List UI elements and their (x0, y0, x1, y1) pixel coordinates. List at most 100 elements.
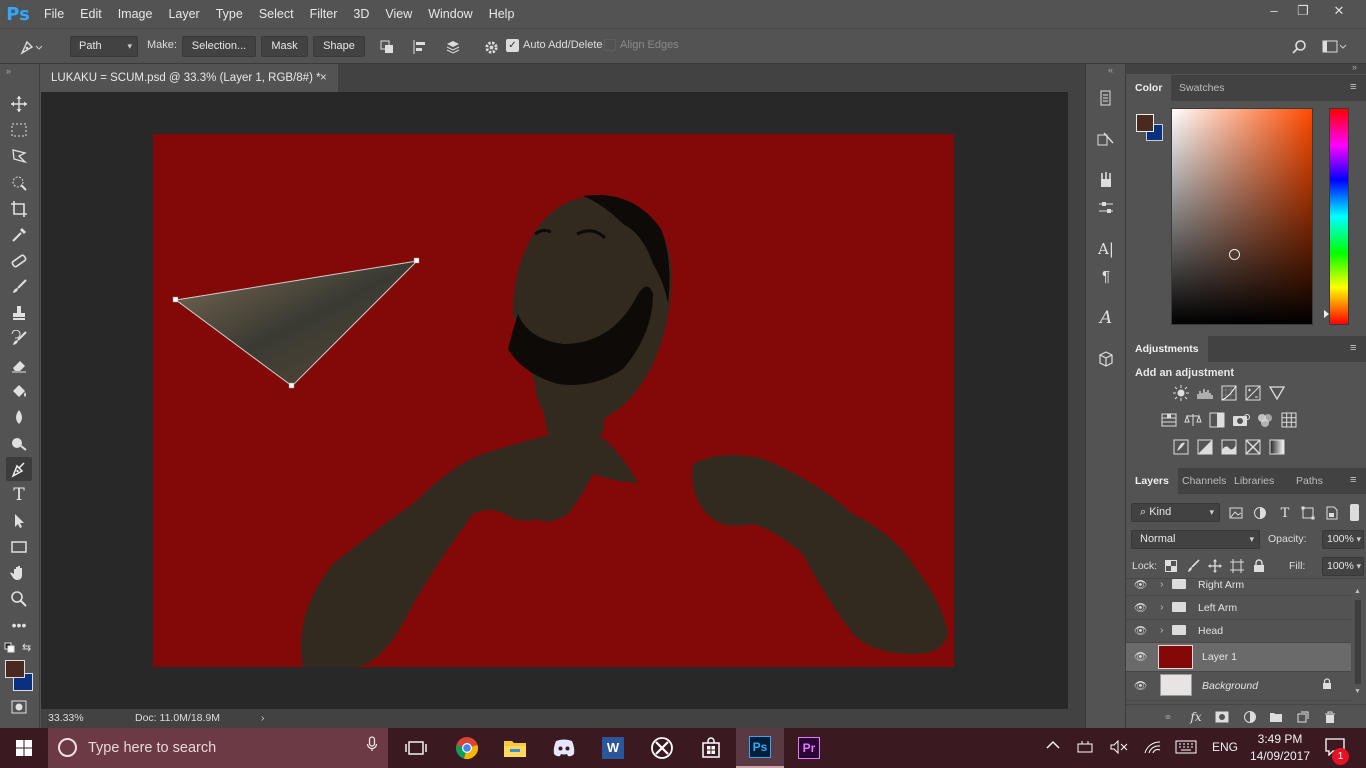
search-icon[interactable] (1289, 37, 1309, 57)
new-layer-icon[interactable] (1294, 709, 1312, 725)
menu-window[interactable]: Window (420, 0, 480, 28)
layer-filter-kind-select[interactable]: ⌕ Kind ▾ (1131, 503, 1220, 522)
menu-file[interactable]: File (36, 0, 72, 28)
close-window-button[interactable]: ✕ (1322, 0, 1356, 24)
path-alignment-icon[interactable] (410, 37, 430, 57)
threshold-icon[interactable] (1220, 439, 1238, 455)
chevron-down-icon[interactable]: ▼ (1354, 688, 1361, 695)
color-field[interactable] (1171, 108, 1313, 325)
power-battery-icon[interactable] (1077, 740, 1095, 757)
tab-color[interactable]: Color (1126, 75, 1172, 101)
brush-presets-icon[interactable] (1093, 168, 1119, 192)
layer-row-group[interactable]: 👁 › Left Arm (1126, 597, 1351, 620)
channel-mixer-icon[interactable] (1256, 412, 1274, 428)
collapse-toolbar-icon[interactable]: » (6, 66, 11, 76)
invert-icon[interactable] (1172, 439, 1190, 455)
eye-icon[interactable]: 👁 (1134, 650, 1147, 663)
photo-filter-icon[interactable] (1232, 412, 1250, 428)
document-tab[interactable]: LUKAKU = SCUM.psd @ 33.3% (Layer 1, RGB/… (41, 64, 338, 92)
document-canvas[interactable] (153, 134, 954, 667)
opacity-input[interactable]: 100% ▾ (1322, 530, 1364, 549)
chevron-right-icon[interactable]: › (1160, 579, 1164, 590)
3d-panel-icon[interactable] (1093, 347, 1119, 371)
levels-icon[interactable] (1196, 385, 1214, 401)
path-selection-tool-icon[interactable] (6, 509, 32, 533)
chevron-up-icon[interactable]: ▲ (1354, 588, 1361, 595)
brightness-contrast-icon[interactable] (1172, 385, 1190, 401)
properties-panel-icon[interactable] (1093, 128, 1119, 152)
foreground-color-chip[interactable] (1136, 114, 1154, 132)
chevron-right-icon[interactable]: › (1160, 601, 1164, 613)
hue-slider[interactable] (1324, 108, 1349, 325)
vertical-scrollbar[interactable] (1068, 92, 1085, 709)
filter-adjustment-layers-icon[interactable] (1251, 505, 1269, 521)
fill-input[interactable]: 100% ▾ (1322, 557, 1364, 576)
panel-menu-icon[interactable]: ≡ (1350, 82, 1360, 93)
color-balance-icon[interactable] (1184, 412, 1202, 428)
new-group-icon[interactable] (1267, 709, 1285, 725)
black-white-icon[interactable] (1208, 412, 1226, 428)
menu-type[interactable]: Type (208, 0, 251, 28)
crop-tool-icon[interactable] (6, 197, 32, 221)
tab-adjustments[interactable]: Adjustments (1126, 336, 1208, 362)
dodge-tool-icon[interactable] (6, 431, 32, 455)
windows-start-icon[interactable] (0, 728, 48, 768)
hue-saturation-icon[interactable] (1160, 412, 1178, 428)
layer-row-background[interactable]: 👁 Background (1126, 672, 1351, 701)
paint-bucket-tool-icon[interactable] (6, 379, 32, 403)
restore-button[interactable]: ❐ (1286, 0, 1320, 24)
brush-settings-icon[interactable] (1093, 196, 1119, 220)
selective-color-icon[interactable] (1244, 439, 1262, 455)
clock[interactable]: 3:49 PM 14/09/2017 (1244, 731, 1316, 765)
menu-filter[interactable]: Filter (302, 0, 346, 28)
menu-3d[interactable]: 3D (345, 0, 377, 28)
menu-edit[interactable]: Edit (72, 0, 110, 28)
glyphs-panel-icon[interactable]: A (1093, 306, 1119, 330)
gear-icon[interactable] (481, 37, 501, 57)
eye-icon[interactable]: 👁 (1134, 679, 1147, 692)
vibrance-icon[interactable] (1268, 385, 1286, 401)
filter-pixel-layers-icon[interactable] (1227, 505, 1245, 521)
brush-tool-icon[interactable] (6, 275, 32, 299)
close-document-icon[interactable]: × (320, 64, 327, 92)
layer-row-group[interactable]: 👁 › Right Arm (1126, 579, 1351, 596)
path-arrangement-icon[interactable] (443, 37, 463, 57)
discord-icon[interactable] (540, 728, 588, 768)
input-language[interactable]: ENG (1212, 740, 1238, 754)
eyedropper-tool-icon[interactable] (6, 223, 32, 247)
lock-artboard-icon[interactable] (1228, 558, 1246, 574)
task-view-icon[interactable] (392, 728, 440, 768)
color-lookup-icon[interactable] (1280, 412, 1298, 428)
filter-shape-layers-icon[interactable] (1299, 505, 1317, 521)
tab-paths[interactable]: Paths (1287, 468, 1332, 494)
make-shape-button[interactable]: Shape (313, 36, 365, 57)
layers-scrollbar[interactable]: ▲ ▼ (1352, 588, 1364, 698)
layers-scroll-thumb[interactable] (1355, 600, 1361, 684)
rectangle-tool-icon[interactable] (6, 535, 32, 559)
photoshop-taskbar-icon[interactable]: Ps (736, 728, 784, 768)
eraser-tool-icon[interactable] (6, 353, 32, 377)
quick-selection-tool-icon[interactable] (6, 171, 32, 195)
lock-image-pixels-icon[interactable] (1184, 558, 1202, 574)
auto-add-delete-checkbox[interactable]: ✓ (506, 39, 519, 52)
chevron-up-icon[interactable] (1046, 739, 1060, 753)
panel-menu-icon[interactable]: ≡ (1350, 475, 1360, 486)
quick-mask-icon[interactable] (6, 695, 32, 719)
history-brush-tool-icon[interactable] (6, 327, 32, 351)
eye-icon[interactable]: 👁 (1134, 601, 1147, 614)
tab-libraries[interactable]: Libraries (1225, 468, 1283, 494)
hue-slider-handle[interactable] (1324, 310, 1329, 318)
align-edges-checkbox[interactable] (604, 39, 616, 51)
tab-swatches[interactable]: Swatches (1170, 75, 1234, 101)
lasso-tool-icon[interactable] (6, 144, 32, 168)
filter-type-layers-icon[interactable]: T (1276, 505, 1294, 521)
blur-tool-icon[interactable] (6, 405, 32, 429)
hand-tool-icon[interactable] (6, 561, 32, 585)
pen-tool-preset-icon[interactable] (18, 37, 42, 57)
exposure-icon[interactable] (1244, 385, 1262, 401)
workspace-switcher-icon[interactable] (1322, 37, 1348, 57)
store-icon[interactable] (687, 728, 735, 768)
premiere-icon[interactable]: Pr (785, 728, 833, 768)
default-colors-icon[interactable] (4, 642, 16, 657)
toolbar-foreground-color[interactable] (5, 660, 25, 678)
